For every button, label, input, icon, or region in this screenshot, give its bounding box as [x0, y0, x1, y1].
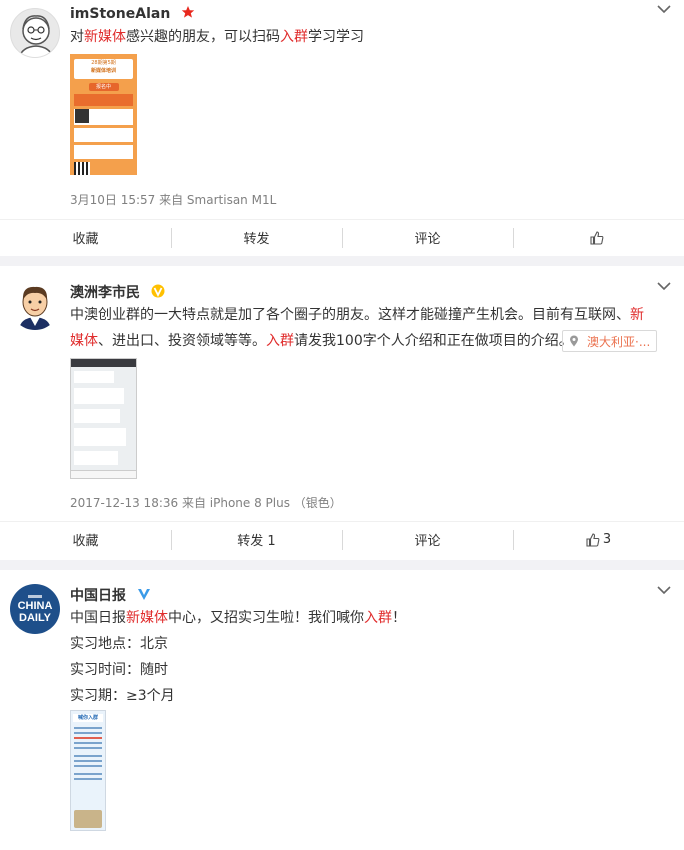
action-bar: 收藏 转发 评论 [0, 219, 684, 255]
text-segment: 、进出口、投资领域等等。 [98, 333, 266, 349]
action-bar: 收藏 转发 1 评论 3 [0, 521, 684, 557]
poster-line [74, 732, 102, 734]
post-meta[interactable]: 2017-12-13 18:36 来自 iPhone 8 Plus （银色） [70, 494, 342, 511]
like-button[interactable]: 3 [513, 522, 684, 557]
poster-line [74, 760, 102, 762]
thumbs-up-icon[interactable] [586, 532, 600, 547]
post-meta[interactable]: 3月10日 15:57 来自 Smartisan M1L [70, 191, 276, 208]
text-line: 实习期：≥3个月 [70, 688, 175, 704]
hashtag-link[interactable]: 入群 [280, 29, 308, 45]
hashtag-link[interactable]: 入群 [266, 333, 294, 349]
username-text[interactable]: 中国日报 [70, 588, 126, 604]
comment-button[interactable]: 评论 [342, 522, 513, 557]
poster-line [74, 742, 102, 744]
comment-label[interactable]: 评论 [414, 530, 440, 549]
poster-header-text: 28期第5期 [91, 60, 116, 66]
poster-line [74, 755, 102, 757]
post-text: 对新媒体感兴趣的朋友，可以扫码入群学习学习 [70, 24, 656, 50]
text-segment: 中国日报 [70, 610, 126, 626]
post-image[interactable]: 28期第5期 新媒体培训 报名中 [70, 54, 137, 175]
chat-bubble [74, 409, 120, 423]
post-card-3: CHINA DAILY 中国日报 中国日报新媒体中心，又招实习生啦！我们喊你入群… [0, 570, 684, 850]
post-image[interactable]: 喊你入群 [70, 710, 106, 831]
poster-line [74, 737, 102, 739]
collect-button[interactable]: 收藏 [0, 220, 171, 255]
avatar[interactable] [10, 8, 60, 58]
text-segment: 请发我100字个人介绍和正在做项目的介绍。 [294, 333, 573, 349]
like-count[interactable]: 3 [603, 532, 611, 547]
avatar[interactable]: CHINA DAILY [10, 584, 60, 634]
poster-row [74, 145, 133, 159]
location-tag[interactable]: 澳大利亚·... [562, 330, 658, 352]
verified-badge-icon [137, 587, 151, 605]
repost-label[interactable]: 转发 1 [237, 530, 275, 549]
chevron-down-icon[interactable] [656, 4, 672, 14]
chat-input [71, 470, 136, 478]
poster-row [74, 128, 133, 142]
poster-line [74, 778, 102, 780]
like-button[interactable] [513, 220, 684, 255]
collect-label[interactable]: 收藏 [72, 530, 98, 549]
chat-bubble [74, 371, 114, 383]
text-segment: 学习学习 [308, 29, 364, 45]
post-image[interactable] [70, 358, 137, 479]
poster-header: 28期第5期 新媒体培训 [74, 59, 133, 79]
comment-button[interactable]: 评论 [342, 220, 513, 255]
poster-title-text: 新媒体培训 [90, 68, 116, 74]
post-card-1: imStoneAlan 对新媒体感兴趣的朋友，可以扫码入群学习学习 28期第5期… [0, 0, 684, 256]
text-line: 实习地点：北京 [70, 636, 168, 652]
poster-title: 喊你入群 [73, 714, 103, 722]
repost-button[interactable]: 转发 [171, 220, 342, 255]
poster-illustration [74, 810, 102, 828]
post-text: 中国日报新媒体中心，又招实习生啦！我们喊你入群！ 实习地点：北京 实习时间：随时… [70, 605, 656, 709]
location-pin-icon [570, 335, 578, 347]
avatar-text: DAILY [19, 611, 51, 624]
hashtag-link[interactable]: 入群 [364, 610, 392, 626]
poster-row [74, 109, 133, 125]
comment-label[interactable]: 评论 [414, 228, 440, 247]
poster-line [74, 747, 102, 749]
text-line: 实习时间：随时 [70, 662, 168, 678]
avatar[interactable] [10, 280, 60, 330]
hashtag-link[interactable]: 新媒体 [84, 29, 126, 45]
poster-line [74, 727, 102, 729]
username[interactable]: imStoneAlan [70, 5, 195, 23]
poster-tag: 报名中 [88, 83, 119, 91]
location-text[interactable]: 澳大利亚·... [587, 333, 650, 350]
chevron-down-icon[interactable] [656, 585, 672, 595]
post-card-2: 澳洲李市民 中澳创业群的一大特点就是加了各个圈子的朋友。这样才能碰撞产生机会。目… [0, 266, 684, 560]
poster-row [74, 94, 133, 106]
username[interactable]: 中国日报 [70, 585, 151, 605]
star-badge-icon [181, 5, 195, 23]
avatar-text: CHINA [17, 599, 53, 612]
text-segment: 对 [70, 29, 84, 45]
chat-bubble [74, 388, 124, 404]
verified-badge-icon [151, 284, 165, 302]
username-text[interactable]: 澳洲李市民 [70, 285, 140, 301]
poster-line [74, 765, 102, 767]
poster-line [74, 773, 102, 775]
collect-label[interactable]: 收藏 [72, 228, 98, 247]
thumbs-up-icon[interactable] [590, 230, 604, 245]
chat-bubble [74, 428, 126, 446]
collect-button[interactable]: 收藏 [0, 522, 171, 557]
text-segment: 中澳创业群的一大特点就是加了各个圈子的朋友。这样才能碰撞产生机会。目前有互联网、 [70, 307, 630, 323]
chat-header [71, 359, 136, 367]
chat-bubble [74, 451, 118, 465]
username[interactable]: 澳洲李市民 [70, 282, 165, 302]
text-segment: 感兴趣的朋友，可以扫码 [126, 29, 280, 45]
chevron-down-icon[interactable] [656, 281, 672, 291]
text-segment: ！ [392, 610, 406, 626]
avatar-emblem [28, 594, 42, 598]
repost-label[interactable]: 转发 [243, 228, 269, 247]
text-segment: 中心，又招实习生啦！我们喊你 [168, 610, 364, 626]
qr-code [74, 162, 90, 175]
hashtag-link[interactable]: 新媒体 [126, 610, 168, 626]
username-text[interactable]: imStoneAlan [70, 6, 170, 22]
repost-button[interactable]: 转发 1 [171, 522, 342, 557]
